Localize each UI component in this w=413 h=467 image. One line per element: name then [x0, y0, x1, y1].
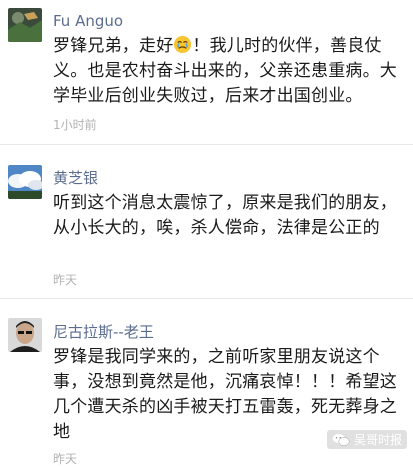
watermark-label: 吴哥时报	[353, 433, 402, 447]
crying-face-emoji-icon	[174, 35, 192, 54]
avatar[interactable]	[8, 8, 42, 42]
comment-time: 1小时前	[53, 118, 97, 132]
comment-text: 罗锋兄弟，走好 ！我儿时的伙伴，善良仗义。也是农村奋斗出来的，父亲还患重病。大学…	[53, 34, 398, 109]
avatar-sky-image	[8, 165, 42, 199]
wechat-icon	[332, 433, 350, 446]
divider	[0, 144, 413, 145]
commenter-name[interactable]: 尼古拉斯--老王	[53, 323, 154, 341]
comment-text-part: 罗锋兄弟，走好	[53, 36, 174, 56]
avatar[interactable]	[8, 318, 42, 352]
commenter-name[interactable]: 黄芝银	[53, 169, 98, 187]
watermark: 吴哥时报	[326, 430, 407, 449]
divider	[0, 298, 413, 299]
avatar[interactable]	[8, 165, 42, 199]
avatar-portrait-image	[8, 318, 42, 352]
comment-text: 听到这个消息太震惊了，原来是我们的朋友，从小长大的，唉，杀人偿命，法律是公正的	[53, 193, 397, 238]
comment-time: 昨天	[53, 452, 78, 466]
comment-time: 昨天	[53, 273, 78, 287]
avatar-landscape-image	[8, 8, 42, 42]
commenter-name[interactable]: Fu Anguo	[53, 12, 123, 30]
